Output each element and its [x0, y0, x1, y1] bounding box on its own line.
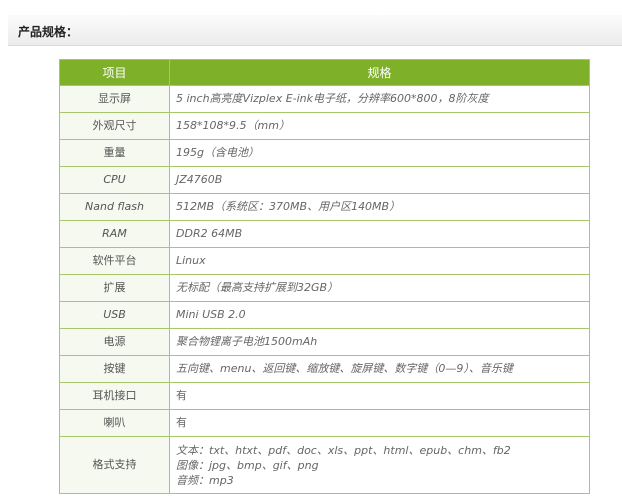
row-label: 外观尺寸	[59, 112, 170, 140]
format-audio-line: 音频：mp3	[176, 473, 234, 487]
row-value: 五向键、menu、返回键、缩放键、旋屏键、数字键（0—9）、音乐键	[169, 355, 590, 383]
table-row: 耳机接口 有	[59, 382, 590, 410]
table-row: 软件平台 Linux	[59, 247, 590, 275]
column-header-spec: 规格	[169, 59, 590, 86]
table-row: 喇叭 有	[59, 409, 590, 437]
row-value: Mini USB 2.0	[169, 301, 590, 329]
row-value: 有	[169, 409, 590, 437]
table-row: RAM DDR2 64MB	[59, 220, 590, 248]
row-label: USB	[59, 301, 170, 329]
row-label: 耳机接口	[59, 382, 170, 410]
row-value: 5 inch高亮度Vizplex E-ink电子纸，分辨率600*800，8阶灰…	[169, 85, 590, 113]
column-header-item: 项目	[59, 59, 170, 86]
spec-table: 项目 规格 显示屏 5 inch高亮度Vizplex E-ink电子纸，分辨率6…	[59, 59, 590, 494]
row-label: 按键	[59, 355, 170, 383]
table-row: 按键 五向键、menu、返回键、缩放键、旋屏键、数字键（0—9）、音乐键	[59, 355, 590, 383]
table-row: 外观尺寸 158*108*9.5（mm）	[59, 112, 590, 140]
format-text-line: 文本：txt、htxt、pdf、doc、xls、ppt、html、epub、ch…	[176, 443, 511, 457]
table-row: CPU JZ4760B	[59, 166, 590, 194]
row-value: 512MB（系统区：370MB、用户区140MB）	[169, 193, 590, 221]
row-label: 扩展	[59, 274, 170, 302]
row-value: JZ4760B	[169, 166, 590, 194]
table-row-formats: 格式支持 文本：txt、htxt、pdf、doc、xls、ppt、html、ep…	[59, 436, 590, 494]
table-row: 显示屏 5 inch高亮度Vizplex E-ink电子纸，分辨率600*800…	[59, 85, 590, 113]
section-header: 产品规格：	[8, 15, 622, 46]
row-value: Linux	[169, 247, 590, 275]
row-label: 软件平台	[59, 247, 170, 275]
table-row: Nand flash 512MB（系统区：370MB、用户区140MB）	[59, 193, 590, 221]
table-row: 电源 聚合物锂离子电池1500mAh	[59, 328, 590, 356]
row-label: 重量	[59, 139, 170, 167]
row-label: RAM	[59, 220, 170, 248]
table-row: USB Mini USB 2.0	[59, 301, 590, 329]
row-value-formats: 文本：txt、htxt、pdf、doc、xls、ppt、html、epub、ch…	[169, 436, 590, 494]
row-value: 聚合物锂离子电池1500mAh	[169, 328, 590, 356]
row-label: 格式支持	[59, 436, 170, 494]
table-row: 重量 195g（含电池）	[59, 139, 590, 167]
row-value: 195g（含电池）	[169, 139, 590, 167]
row-label: 显示屏	[59, 85, 170, 113]
row-label: 喇叭	[59, 409, 170, 437]
row-value: 无标配（最高支持扩展到32GB）	[169, 274, 590, 302]
row-label: CPU	[59, 166, 170, 194]
row-value: DDR2 64MB	[169, 220, 590, 248]
format-image-line: 图像：jpg、bmp、gif、png	[176, 458, 319, 472]
row-label: Nand flash	[59, 193, 170, 221]
table-header-row: 项目 规格	[59, 59, 590, 86]
row-value: 158*108*9.5（mm）	[169, 112, 590, 140]
row-label: 电源	[59, 328, 170, 356]
table-row: 扩展 无标配（最高支持扩展到32GB）	[59, 274, 590, 302]
row-value: 有	[169, 382, 590, 410]
section-title: 产品规格：	[18, 25, 79, 39]
